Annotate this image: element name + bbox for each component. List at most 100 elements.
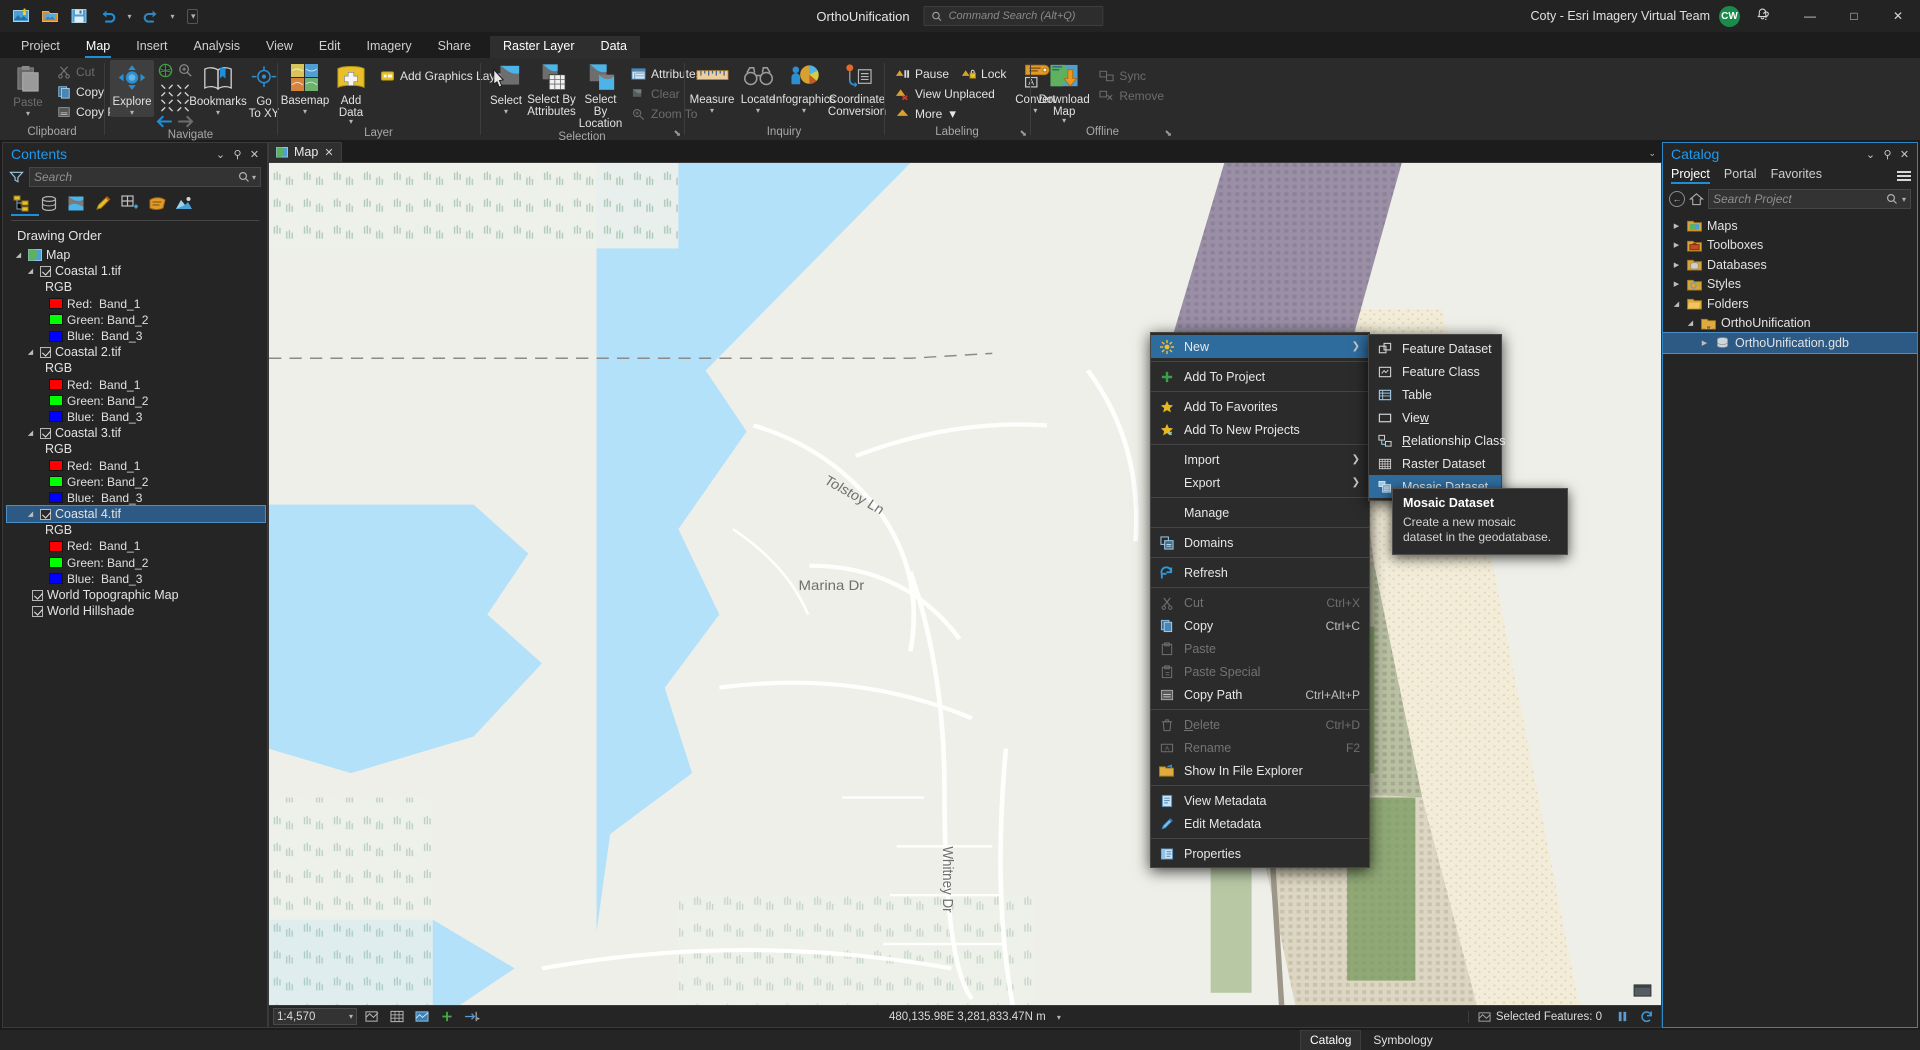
more-labeling-dropdown-icon[interactable]: ▾ <box>949 106 956 122</box>
selected-features-icon[interactable] <box>362 1008 382 1026</box>
expander-icon[interactable]: ▶ <box>1671 241 1682 249</box>
coordinate-icon[interactable] <box>412 1008 432 1026</box>
help-button[interactable]: ? <box>1744 0 1788 32</box>
scale-selector[interactable]: 1:4,570 ▾ <box>273 1008 357 1025</box>
paste-dropdown-icon[interactable]: ▾ <box>26 110 30 118</box>
measure-dropdown-icon[interactable]: ▾ <box>710 107 714 115</box>
select-button[interactable]: Select ▾ <box>486 60 526 116</box>
catalog-item-orthounification-folder[interactable]: ◢ OrthoUnification <box>1663 314 1917 334</box>
bookmarks-button[interactable]: Bookmarks ▾ <box>196 60 240 117</box>
previous-extent-icon[interactable] <box>160 99 174 112</box>
transform-icon[interactable]: ▸ <box>462 1008 482 1026</box>
tab-imagery[interactable]: Imagery <box>353 36 424 58</box>
contents-search-input[interactable] <box>34 170 238 184</box>
fixed-zoom-in-icon[interactable] <box>177 62 194 82</box>
filter-icon[interactable] <box>9 170 24 184</box>
account-area[interactable]: Coty - Esri Imagery Virtual Team CW <box>1531 6 1770 27</box>
layer-visibility-checkbox[interactable] <box>32 606 43 617</box>
tab-share[interactable]: Share <box>425 36 484 58</box>
menu-item-refresh[interactable]: Refresh <box>1151 561 1369 584</box>
catalog-options-icon[interactable] <box>1897 171 1911 181</box>
forward-extent-icon[interactable] <box>177 115 194 128</box>
menu-item-edit-metadata[interactable]: Edit Metadata <box>1151 812 1369 835</box>
command-search-input[interactable]: Command Search (Alt+Q) <box>924 6 1104 26</box>
catalog-menu-icon[interactable]: ⌄ <box>1862 148 1879 161</box>
maximize-button[interactable]: □ <box>1832 0 1876 32</box>
menu-item-show-in-file-explorer[interactable]: Show In File Explorer <box>1151 759 1369 782</box>
select-by-attributes-button[interactable]: Select ByAttributes <box>528 60 575 118</box>
submenu-item-relationship-class[interactable]: Relationship Class <box>1369 429 1501 452</box>
layer-visibility-checkbox[interactable] <box>40 266 51 277</box>
close-icon[interactable]: ✕ <box>324 146 333 159</box>
bookmarks-dropdown-icon[interactable]: ▾ <box>216 109 220 117</box>
chevron-down-icon[interactable]: ▾ <box>349 1012 353 1021</box>
save-project-icon[interactable] <box>66 4 92 28</box>
pause-labeling-button[interactable]: Pause <box>890 64 954 83</box>
expander-icon[interactable]: ◢ <box>25 348 36 356</box>
menu-item-new[interactable]: New ❯ <box>1151 335 1369 358</box>
basemap-button[interactable]: Basemap ▾ <box>283 60 327 116</box>
home-icon[interactable] <box>1689 192 1704 206</box>
menu-item-copy-path[interactable]: Copy Path Ctrl+Alt+P <box>1151 683 1369 706</box>
submenu-item-feature-class[interactable]: Feature Class <box>1369 360 1501 383</box>
search-icon[interactable] <box>1886 193 1898 205</box>
dock-tab-symbology[interactable]: Symbology <box>1363 1030 1442 1050</box>
menu-item-import[interactable]: Import ❯ <box>1151 448 1369 471</box>
contents-search-box[interactable]: ▾ <box>29 167 261 187</box>
layer-row-coastal-2[interactable]: ◢ Coastal 2.tif <box>7 344 267 360</box>
list-by-snapping-icon[interactable] <box>119 193 141 214</box>
menu-item-add-to-favorites[interactable]: Add To Favorites <box>1151 395 1369 418</box>
offline-dialog-launcher[interactable]: ⬊ <box>1164 128 1172 139</box>
pause-drawing-icon[interactable] <box>1612 1008 1632 1026</box>
layer-row-coastal-3[interactable]: ◢ Coastal 3.tif <box>7 425 267 441</box>
select-by-location-button[interactable]: Select ByLocation <box>577 60 624 130</box>
select-dropdown-icon[interactable]: ▾ <box>504 108 508 116</box>
tab-map[interactable]: Map <box>73 36 123 58</box>
menu-item-view-metadata[interactable]: View Metadata <box>1151 789 1369 812</box>
measure-button[interactable]: Measure ▾ <box>690 60 734 115</box>
submenu-item-table[interactable]: Table <box>1369 383 1501 406</box>
expander-icon[interactable]: ▶ <box>1671 280 1682 288</box>
add-locator-icon[interactable] <box>437 1008 457 1026</box>
tab-analysis[interactable]: Analysis <box>181 36 254 58</box>
expander-icon[interactable]: ◢ <box>25 429 36 437</box>
catalog-close-icon[interactable]: ✕ <box>1896 148 1913 161</box>
layer-visibility-checkbox[interactable] <box>40 347 51 358</box>
expander-icon[interactable]: ▶ <box>1671 261 1682 269</box>
next-extent-icon[interactable] <box>176 99 190 112</box>
list-by-diagram-icon[interactable] <box>173 193 195 214</box>
minimize-button[interactable]: — <box>1788 0 1832 32</box>
back-extent-icon[interactable] <box>156 115 173 128</box>
search-icon[interactable] <box>238 171 250 183</box>
catalog-tab-portal[interactable]: Portal <box>1724 167 1757 184</box>
catalog-pin-icon[interactable]: ⚲ <box>1879 148 1896 161</box>
refresh-icon[interactable] <box>1637 1008 1657 1026</box>
list-by-data-source-icon[interactable] <box>38 193 60 214</box>
contents-close-icon[interactable]: ✕ <box>246 148 263 161</box>
menu-item-copy[interactable]: Copy Ctrl+C <box>1151 614 1369 637</box>
list-by-selection-icon[interactable] <box>65 193 87 214</box>
catalog-item-folders[interactable]: ◢ Folders <box>1663 294 1917 314</box>
coordinate-units-dropdown-icon[interactable]: ▾ <box>1057 1013 1061 1022</box>
contents-pin-icon[interactable]: ⚲ <box>229 148 246 161</box>
expander-icon[interactable]: ◢ <box>1685 319 1696 327</box>
basemap-dropdown-icon[interactable]: ▾ <box>303 108 307 116</box>
catalog-item-styles[interactable]: ▶ Styles <box>1663 275 1917 295</box>
expander-icon[interactable]: ◢ <box>25 510 36 518</box>
layer-visibility-checkbox[interactable] <box>40 509 51 520</box>
zoom-out-fixed-icon[interactable] <box>176 84 190 97</box>
view-unplaced-button[interactable]: View Unplaced <box>890 84 1011 103</box>
tab-edit[interactable]: Edit <box>306 36 354 58</box>
labeling-dialog-launcher[interactable]: ⬊ <box>1019 128 1027 139</box>
catalog-item-orthounification-gdb[interactable]: ▶ OrthoUnification.gdb <box>1663 333 1917 353</box>
catalog-search-box[interactable]: ▾ <box>1708 189 1911 209</box>
layer-visibility-checkbox[interactable] <box>40 428 51 439</box>
layer-visibility-checkbox[interactable] <box>32 590 43 601</box>
submenu-item-view[interactable]: View <box>1369 406 1501 429</box>
menu-item-add-to-project[interactable]: Add To Project <box>1151 365 1369 388</box>
tab-raster-layer[interactable]: Raster Layer <box>490 36 588 58</box>
list-by-editing-icon[interactable] <box>92 193 114 214</box>
catalog-search-dropdown-icon[interactable]: ▾ <box>1902 195 1906 204</box>
back-icon[interactable]: ← <box>1669 191 1685 207</box>
list-by-labeling-icon[interactable] <box>146 193 168 214</box>
